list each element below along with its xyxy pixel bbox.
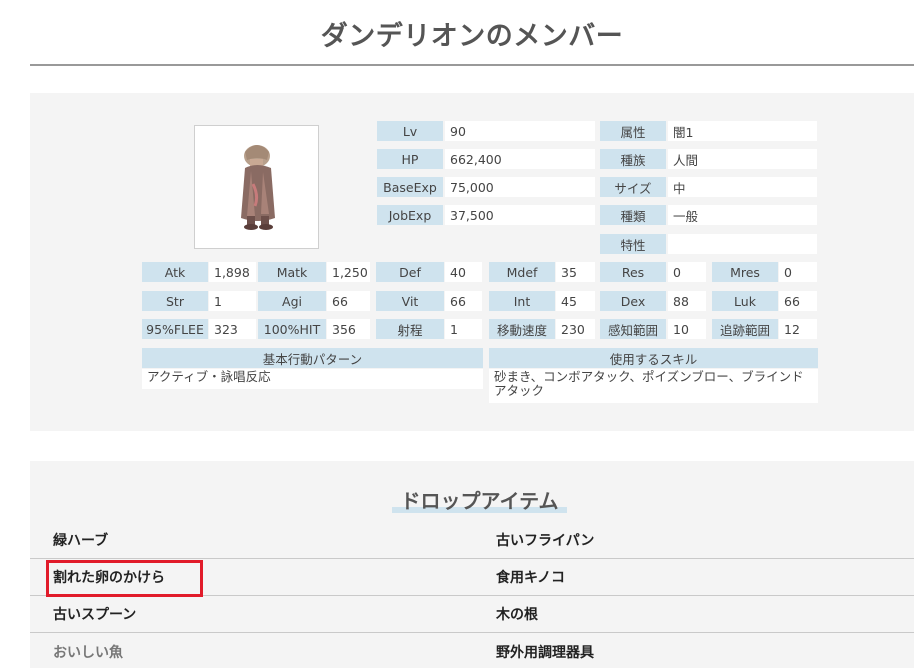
grid-label-def: Def [376,262,444,282]
grid-value-hit: 356 [327,319,370,339]
stat-label-baseexp: BaseExp [377,177,443,197]
attr-label-size: サイズ [600,177,666,197]
grid-label-mres: Mres [712,262,778,282]
grid-value-detect-range: 10 [668,319,706,339]
grid-value-mdef: 35 [556,262,595,282]
drop-item-right-3[interactable]: 木の根 [470,596,914,633]
stat-label-lv: Lv [377,121,443,141]
grid-label-range: 射程 [376,319,444,339]
attr-label-trait: 特性 [600,234,666,254]
skills-header: 使用するスキル [489,348,818,368]
behavior-text: アクティブ・詠唱反応 [142,369,483,389]
grid-label-atk: Atk [142,262,208,282]
grid-value-chase-range: 12 [779,319,817,339]
behavior-header: 基本行動パターン [142,348,483,368]
stat-value-baseexp: 75,000 [445,177,595,197]
grid-value-vit: 66 [445,291,482,311]
stat-value-lv: 90 [445,121,595,141]
grid-label-matk: Matk [258,262,326,282]
grid-value-res: 0 [668,262,706,282]
drop-item-left-3[interactable]: 古いスプーン [30,596,471,633]
attr-value-size: 中 [668,177,817,197]
stat-label-hp: HP [377,149,443,169]
grid-value-flee: 323 [209,319,256,339]
monster-image [194,125,319,249]
grid-value-dex: 88 [668,291,706,311]
grid-label-detect-range: 感知範囲 [600,319,666,339]
grid-label-chase-range: 追跡範囲 [712,319,778,339]
grid-label-move-speed: 移動速度 [489,319,555,339]
grid-label-hit: 100%HIT [258,319,326,339]
title-divider [30,64,914,66]
drop-item-right-2[interactable]: 食用キノコ [470,559,914,596]
drop-item-left-1[interactable]: 緑ハーブ [30,522,471,559]
monster-sprite-icon [241,145,275,230]
attr-label-race: 種族 [600,149,666,169]
grid-label-res: Res [600,262,666,282]
attr-value-type: 一般 [668,205,817,225]
grid-value-range: 1 [445,319,482,339]
grid-label-str: Str [142,291,208,311]
grid-label-luk: Luk [712,291,778,311]
grid-label-agi: Agi [258,291,326,311]
stat-value-hp: 662,400 [445,149,595,169]
attr-label-element: 属性 [600,121,666,141]
grid-value-int: 45 [556,291,595,311]
stat-label-jobexp: JobExp [377,205,443,225]
attr-label-type: 種類 [600,205,666,225]
grid-label-mdef: Mdef [489,262,555,282]
drops-title: ドロップアイテム [400,489,559,513]
skills-text: 砂まき、コンボアタック、ポイズンブロー、ブラインドアタック [489,369,818,403]
grid-value-str: 1 [209,291,256,311]
grid-value-mres: 0 [779,262,817,282]
grid-value-def: 40 [445,262,482,282]
attr-value-trait [668,234,817,254]
attr-value-element: 闇1 [668,121,817,141]
stat-value-jobexp: 37,500 [445,205,595,225]
drop-item-right-1[interactable]: 古いフライパン [470,522,914,559]
grid-value-agi: 66 [327,291,370,311]
grid-label-dex: Dex [600,291,666,311]
grid-value-atk: 1,898 [209,262,256,282]
grid-label-flee: 95%FLEE [142,319,208,339]
highlight-box [46,560,203,597]
page-title: ダンデリオンのメンバー [320,21,624,52]
grid-value-matk: 1,250 [327,262,370,282]
drop-item-left-4[interactable]: おいしい魚 [30,633,471,668]
grid-value-luk: 66 [779,291,817,311]
grid-label-int: Int [489,291,555,311]
grid-label-vit: Vit [376,291,444,311]
drop-item-right-4[interactable]: 野外用調理器具 [470,633,914,668]
attr-value-race: 人間 [668,149,817,169]
grid-value-move-speed: 230 [556,319,595,339]
